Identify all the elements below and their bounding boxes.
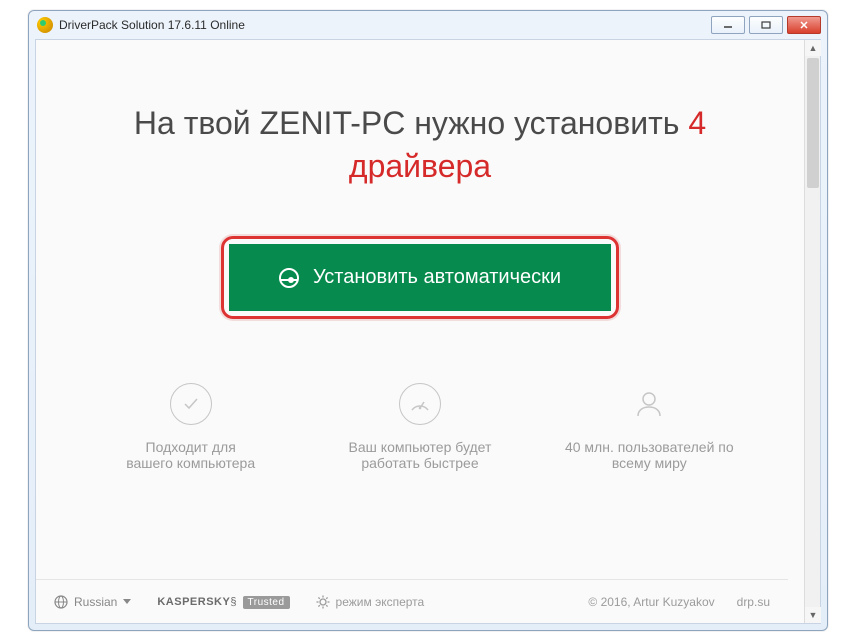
gauge-icon (399, 383, 441, 425)
features-row: Подходит для вашего компьютера Ваш компь… (36, 383, 804, 471)
feature-text: Подходит для (126, 439, 255, 455)
titlebar: DriverPack Solution 17.6.11 Online (29, 11, 827, 39)
install-button-label: Установить автоматически (313, 266, 561, 289)
trusted-badge: Trusted (243, 596, 290, 609)
expert-mode-label: режим эксперта (336, 595, 425, 609)
drivers-word: драйвера (349, 148, 491, 184)
language-label: Russian (74, 595, 117, 609)
scroll-thumb[interactable] (807, 58, 819, 188)
app-window: DriverPack Solution 17.6.11 Online На тв… (28, 10, 828, 631)
client-area: На твой ZENIT-PC нужно установить 4 драй… (35, 39, 821, 624)
vertical-scrollbar[interactable]: ▲ ▼ (804, 40, 820, 623)
language-selector[interactable]: Russian (54, 595, 131, 609)
app-icon (37, 17, 53, 33)
feature-text: Ваш компьютер будет (349, 439, 492, 455)
gear-icon (316, 595, 330, 609)
scroll-down-button[interactable]: ▼ (805, 607, 821, 623)
globe-icon (54, 595, 68, 609)
headline-mid: нужно установить (405, 105, 688, 141)
feature-faster: Ваш компьютер будет работать быстрее (305, 383, 534, 471)
minimize-button[interactable] (711, 16, 745, 34)
user-icon (628, 383, 670, 425)
footer: Russian KASPERSKY§ Trusted режим эксперт… (36, 579, 788, 623)
checkmark-icon (170, 383, 212, 425)
feature-text: работать быстрее (349, 455, 492, 471)
window-title: DriverPack Solution 17.6.11 Online (59, 18, 245, 32)
expert-mode-link[interactable]: режим эксперта (316, 595, 425, 609)
feature-text: 40 млн. пользователей по (565, 439, 734, 455)
feature-text: всему миру (565, 455, 734, 471)
site-link[interactable]: drp.su (737, 595, 770, 609)
cta-highlight: Установить автоматически (221, 236, 619, 319)
kaspersky-label: KASPERSKY (157, 596, 230, 608)
close-button[interactable] (787, 16, 821, 34)
driver-count: 4 (688, 105, 706, 141)
install-auto-button[interactable]: Установить автоматически (229, 244, 611, 311)
maximize-button[interactable] (749, 16, 783, 34)
pc-name: ZENIT-PC (260, 105, 406, 141)
chevron-down-icon (123, 599, 131, 604)
steering-wheel-icon (279, 268, 299, 288)
headline-prefix: На твой (134, 105, 260, 141)
feature-compatible: Подходит для вашего компьютера (76, 383, 305, 471)
copyright: © 2016, Artur Kuzyakov (588, 595, 714, 609)
scroll-up-button[interactable]: ▲ (805, 40, 821, 56)
headline: На твой ZENIT-PC нужно установить 4 драй… (104, 102, 736, 188)
feature-text: вашего компьютера (126, 455, 255, 471)
feature-users: 40 млн. пользователей по всему миру (535, 383, 764, 471)
kaspersky-trusted: KASPERSKY§ Trusted (157, 596, 289, 608)
